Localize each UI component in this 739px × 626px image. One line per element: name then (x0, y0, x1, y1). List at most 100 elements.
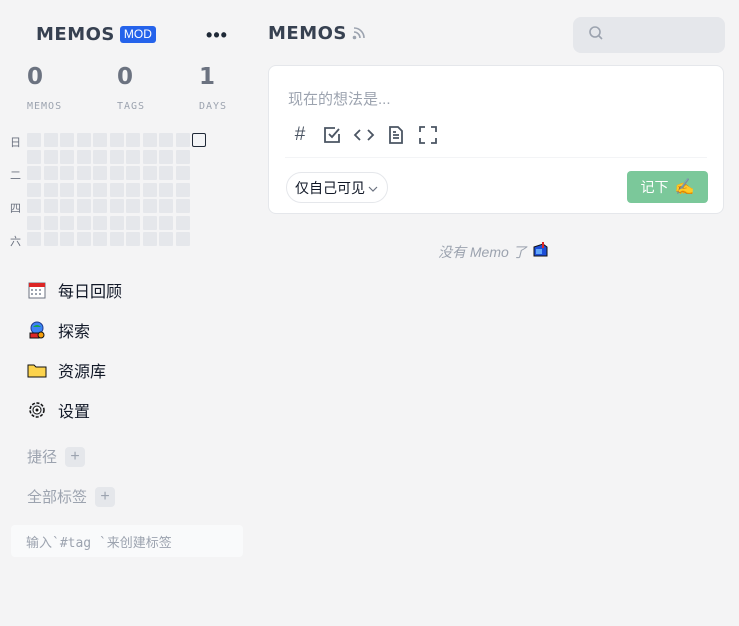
heatmap-cell (76, 149, 91, 164)
stat-days[interactable]: 1 DAYS (199, 64, 227, 112)
heatmap-cell (93, 199, 107, 213)
heatmap-cell (93, 166, 107, 180)
heatmap-cell (93, 182, 107, 197)
heatmap-cell (175, 199, 190, 213)
heatmap-cell (142, 149, 157, 164)
heatmap-cell-empty (192, 199, 206, 213)
nav-daily-review[interactable]: 每日回顾 (27, 276, 122, 304)
empty-state: 没有 Memo 了 (438, 241, 549, 262)
heatmap-cell (175, 215, 190, 230)
file-icon[interactable] (385, 124, 407, 146)
calendar-icon (27, 280, 47, 300)
activity-heatmap: 日 二 四 六 (10, 133, 225, 248)
heatmap-cell (60, 199, 74, 213)
heatmap-cell-empty (192, 232, 206, 246)
heatmap-cell (126, 133, 140, 147)
nav-settings[interactable]: 设置 (27, 396, 122, 424)
add-tag-button[interactable]: + (95, 486, 116, 507)
heatmap-cell (159, 182, 173, 197)
heatmap-cell-empty (192, 216, 206, 230)
stat-tags[interactable]: 0 TAGS (117, 64, 145, 112)
fullscreen-icon[interactable] (417, 124, 439, 146)
heatmap-cell (175, 232, 190, 246)
heatmap-cell (27, 149, 41, 164)
heatmap-cell (159, 166, 173, 180)
heatmap-cell (76, 182, 91, 197)
stat-value: 1 (199, 64, 216, 90)
heatmap-cell (126, 232, 140, 246)
heatmap-cell (43, 149, 58, 164)
nav-label: 资源库 (58, 364, 107, 381)
save-button[interactable]: 记下 ✍️ (627, 171, 708, 203)
stat-label: MEMOS (27, 101, 63, 112)
heatmap-cell (159, 133, 173, 147)
heatmap-cell (43, 182, 58, 197)
nav-explore[interactable]: 探索 (27, 316, 122, 344)
heatmap-cell (43, 166, 58, 180)
memo-input[interactable]: 现在的想法是... (288, 88, 391, 109)
heatmap-cell (27, 166, 41, 180)
heatmap-cell (142, 215, 157, 230)
heatmap-cell (159, 199, 173, 213)
heatmap-cell (126, 199, 140, 213)
gear-icon (27, 400, 47, 420)
search-icon (588, 25, 604, 46)
heatmap-cell-empty (192, 183, 206, 197)
weekday-label: 四 (10, 203, 21, 215)
stat-label: DAYS (199, 101, 228, 112)
stat-label: TAGS (117, 101, 146, 112)
heatmap-cell (76, 232, 91, 246)
heatmap-cell (76, 199, 91, 213)
search-box[interactable] (573, 17, 725, 53)
heatmap-cell (142, 232, 157, 246)
heatmap-cell (126, 182, 140, 197)
mailbox-icon (531, 241, 549, 262)
page-header: MEMOS (268, 22, 366, 45)
heatmap-cell (60, 215, 74, 230)
empty-text: 没有 Memo 了 (438, 243, 527, 260)
heatmap-cell (43, 133, 58, 147)
heatmap-cell (60, 182, 74, 197)
weekday-label: 六 (10, 236, 21, 248)
rss-icon[interactable] (352, 26, 366, 45)
heatmap-cell (159, 232, 173, 246)
editor-divider (285, 157, 707, 158)
heatmap-cell (27, 215, 41, 230)
code-icon[interactable] (353, 124, 375, 146)
heatmap-grid (27, 133, 206, 246)
tag-icon[interactable]: # (289, 124, 311, 146)
visibility-select[interactable]: 仅自己可见 (286, 172, 388, 203)
heatmap-cell (93, 149, 107, 164)
heatmap-cell (109, 199, 124, 213)
heatmap-cell (142, 182, 157, 197)
heatmap-cell (93, 133, 107, 147)
add-shortcut-button[interactable]: + (65, 446, 86, 467)
nav-resources[interactable]: 资源库 (27, 356, 122, 384)
heatmap-cell (109, 215, 124, 230)
visibility-value: 仅自己可见 (295, 179, 365, 196)
stat-memos[interactable]: 0 MEMOS (27, 64, 62, 112)
weekday-label: 二 (10, 170, 21, 182)
heatmap-cell (76, 133, 91, 147)
mod-badge: MOD (119, 26, 156, 43)
more-menu-button[interactable]: ••• (205, 24, 229, 46)
heatmap-cell (142, 199, 157, 213)
search-input[interactable] (612, 27, 722, 43)
sidebar: MEMOS MOD ••• 0 MEMOS 0 TAGS 1 DAYS 日 二 … (0, 0, 250, 626)
heatmap-cell-empty (192, 150, 206, 164)
sidebar-nav: 每日回顾 探索 资源库 设置 (27, 276, 122, 436)
stats-panel: 0 MEMOS 0 TAGS 1 DAYS (27, 64, 242, 116)
heatmap-cell (60, 133, 74, 147)
stat-value: 0 (117, 64, 134, 90)
folder-icon (27, 360, 47, 380)
heatmap-cell (27, 182, 41, 197)
heatmap-cell (109, 133, 124, 147)
heatmap-cell (126, 166, 140, 180)
heatmap-cell (43, 199, 58, 213)
heatmap-cell (175, 166, 190, 180)
brand-title: MEMOS (36, 24, 115, 45)
heatmap-cell (159, 215, 173, 230)
checkbox-icon[interactable] (321, 124, 343, 146)
heatmap-cell (27, 199, 41, 213)
stat-value: 0 (27, 64, 44, 90)
